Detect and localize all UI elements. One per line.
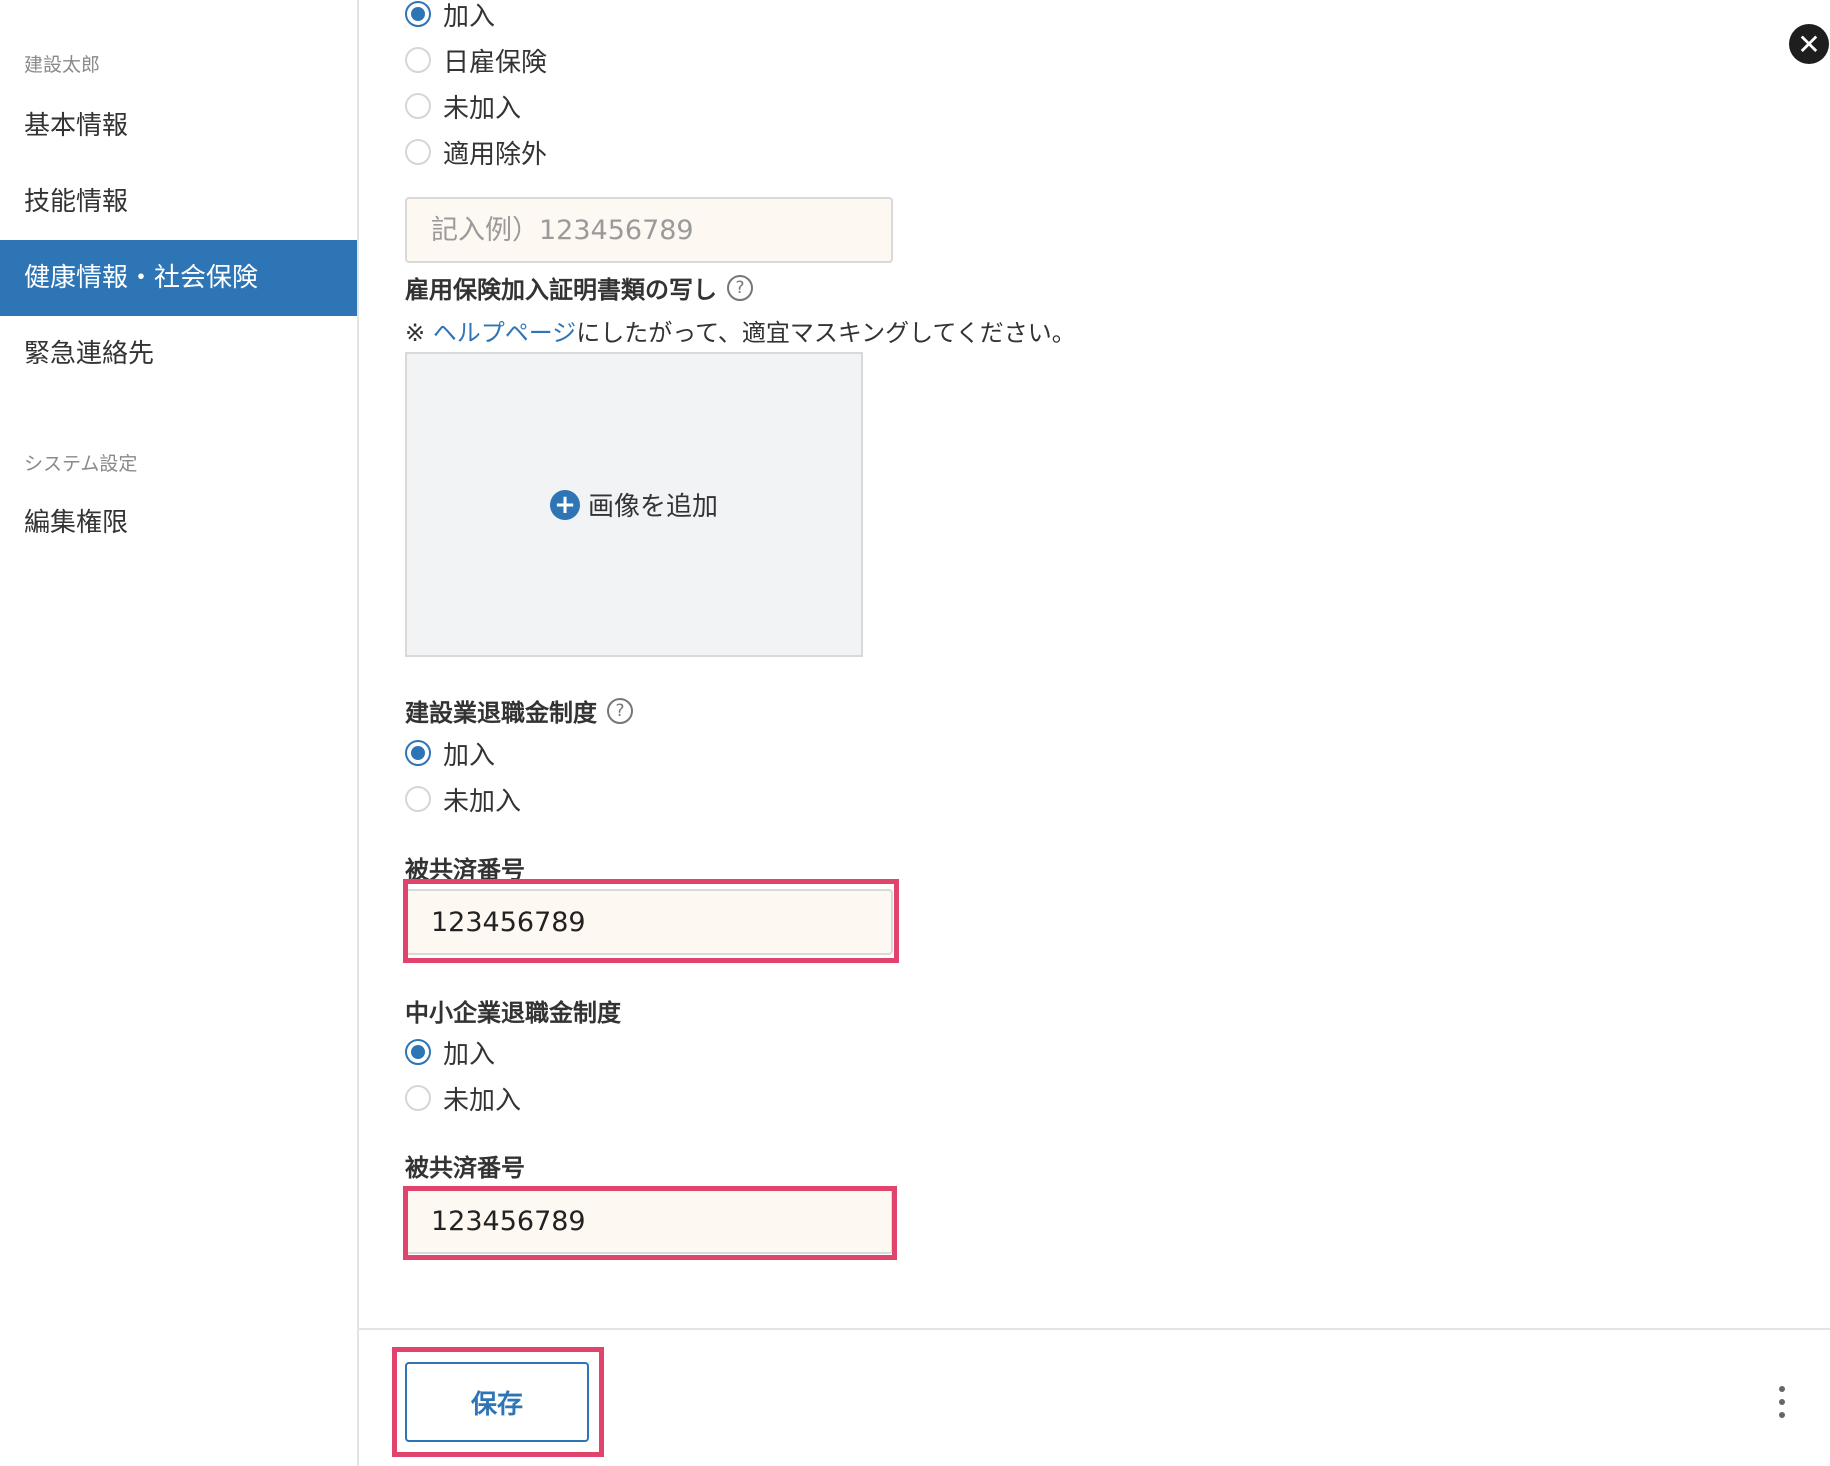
construction-member-number-label: 被共済番号 [405, 850, 525, 885]
radio-unchecked-icon[interactable] [405, 93, 431, 119]
sidebar-user-name: 建設太郎 [24, 54, 101, 76]
radio-label: 加入 [443, 1, 496, 32]
sme-retirement-option-joined[interactable]: 加入 [405, 1032, 495, 1072]
radio-label: 未加入 [443, 1085, 522, 1116]
radio-label: 未加入 [443, 786, 522, 817]
footer-divider [359, 1328, 1830, 1330]
employment-insurance-number-input[interactable] [405, 197, 893, 263]
note-prefix: ※ [405, 319, 433, 347]
sme-retirement-label: 中小企業退職金制度 [405, 993, 621, 1028]
help-icon[interactable]: ? [607, 697, 633, 724]
employment-insurance-option-exempt[interactable]: 適用除外 [405, 132, 547, 172]
radio-unchecked-icon[interactable] [405, 47, 431, 73]
construction-retirement-option-not-joined[interactable]: 未加入 [405, 779, 521, 819]
construction-member-number-input[interactable] [405, 889, 893, 955]
field-label-text: 被共済番号 [405, 1154, 525, 1182]
image-upload-area[interactable]: + 画像を追加 [405, 352, 863, 657]
field-label-text: 中小企業退職金制度 [405, 999, 621, 1027]
help-page-link[interactable]: ヘルプページ [433, 319, 577, 347]
radio-label: 日雇保険 [443, 47, 548, 78]
employment-insurance-option-day-labor[interactable]: 日雇保険 [405, 40, 547, 80]
sme-member-number-input[interactable] [405, 1188, 893, 1254]
add-image-button[interactable]: + 画像を追加 [549, 486, 718, 523]
sidebar-item-skill-info[interactable]: 技能情報 [0, 164, 357, 240]
add-image-label: 画像を追加 [587, 492, 718, 522]
radio-checked-icon[interactable] [405, 740, 431, 766]
help-icon[interactable]: ? [727, 274, 753, 301]
radio-label: 適用除外 [443, 139, 548, 170]
sidebar: 建設太郎 基本情報 技能情報 健康情報・社会保険 緊急連絡先 システム設定 編集… [0, 0, 359, 1466]
radio-checked-icon[interactable] [405, 1039, 431, 1065]
radio-unchecked-icon[interactable] [405, 1085, 431, 1111]
field-label-text: 建設業退職金制度 [405, 699, 597, 727]
sidebar-section-system: システム設定 [24, 453, 138, 475]
masking-note: ※ ヘルプページにしたがって、適宜マスキングしてください。 [405, 313, 1076, 348]
employment-insurance-option-joined[interactable]: 加入 [405, 0, 495, 34]
employment-insurance-document-label: 雇用保険加入証明書類の写し ? [405, 270, 753, 305]
sme-retirement-option-not-joined[interactable]: 未加入 [405, 1078, 521, 1118]
more-options-icon[interactable] [1776, 1386, 1788, 1418]
radio-checked-icon[interactable] [405, 1, 431, 27]
radio-unchecked-icon[interactable] [405, 786, 431, 812]
plus-icon: + [549, 489, 580, 520]
radio-unchecked-icon[interactable] [405, 139, 431, 165]
radio-label: 加入 [443, 1039, 496, 1070]
field-label-text: 被共済番号 [405, 856, 525, 884]
close-icon[interactable]: ✕ [1789, 24, 1829, 64]
note-suffix: にしたがって、適宜マスキングしてください。 [576, 319, 1076, 347]
employment-insurance-option-not-joined[interactable]: 未加入 [405, 86, 521, 126]
radio-label: 未加入 [443, 93, 522, 124]
radio-label: 加入 [443, 740, 496, 771]
construction-retirement-label: 建設業退職金制度 ? [405, 693, 633, 728]
sme-member-number-label: 被共済番号 [405, 1148, 525, 1183]
sidebar-item-basic-info[interactable]: 基本情報 [0, 88, 357, 164]
sidebar-item-emergency-contact[interactable]: 緊急連絡先 [0, 316, 357, 392]
main-content: 加入 日雇保険 未加入 適用除外 雇用保険加入証明書類の写し ? ※ ヘルプペー… [359, 0, 1830, 1466]
field-label-text: 雇用保険加入証明書類の写し [405, 276, 717, 304]
sidebar-item-edit-permission[interactable]: 編集権限 [0, 485, 357, 561]
save-button[interactable]: 保存 [405, 1362, 589, 1442]
sidebar-item-health-insurance[interactable]: 健康情報・社会保険 [0, 240, 357, 316]
construction-retirement-option-joined[interactable]: 加入 [405, 733, 495, 773]
